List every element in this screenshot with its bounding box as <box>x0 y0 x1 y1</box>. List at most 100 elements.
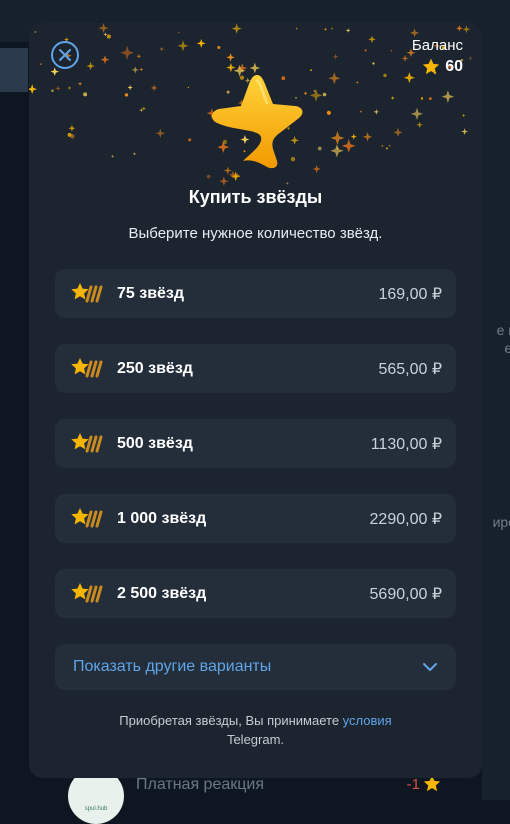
background-item-title: Платная реакция <box>136 776 265 793</box>
sparkle <box>86 61 95 71</box>
star-stack-icon <box>71 432 103 452</box>
sparkle <box>155 128 165 138</box>
sparkle <box>355 80 360 85</box>
sparkle <box>330 131 345 145</box>
sparkle <box>136 53 142 59</box>
avatar-caption: spul.hub <box>84 806 108 812</box>
background-text: е. <box>504 340 510 356</box>
close-button[interactable] <box>51 41 79 69</box>
sparkle <box>188 138 192 142</box>
sparkle <box>120 45 135 60</box>
star-stack-icon <box>71 282 103 302</box>
sparkle <box>403 72 415 84</box>
sparkle <box>401 54 409 62</box>
sparkle <box>133 152 136 155</box>
star-stack-icon <box>71 582 103 602</box>
option-250-stars[interactable]: 250 звёзд 565,00 ₽ <box>55 344 456 393</box>
sparkle <box>326 110 331 115</box>
show-more-options-button[interactable]: Показать другие варианты <box>55 644 456 690</box>
sparkle <box>455 24 463 32</box>
option-2500-stars[interactable]: 2 500 звёзд 5690,00 ₽ <box>55 569 456 618</box>
option-1000-stars[interactable]: 1 000 звёзд 2290,00 ₽ <box>55 494 456 543</box>
sparkle <box>359 110 362 113</box>
sparkle <box>350 133 357 140</box>
sparkle <box>100 55 110 65</box>
sparkle <box>331 27 333 30</box>
sparkle <box>461 128 469 136</box>
terms-footer: Приобретая звёзды, Вы принимаете условия… <box>29 711 482 749</box>
sparkle <box>51 89 54 93</box>
dialog-title: Купить звёзды <box>188 187 323 207</box>
sparkle <box>393 127 403 138</box>
sparkle <box>309 89 323 102</box>
sparkle <box>67 85 72 91</box>
option-label: 250 звёзд <box>117 359 193 377</box>
sparkle <box>330 144 344 158</box>
sparkle <box>362 132 373 142</box>
background-item-cost: -1 <box>406 776 420 793</box>
sparkle <box>461 113 466 118</box>
sparkle <box>420 97 424 100</box>
sparkle <box>67 132 72 137</box>
sparkle <box>312 164 321 174</box>
option-label: 2 500 звёзд <box>117 584 207 602</box>
sparkle <box>441 90 455 103</box>
option-500-stars[interactable]: 500 звёзд 1130,00 ₽ <box>55 419 456 468</box>
sparkle <box>68 124 76 132</box>
sparkle <box>416 121 423 129</box>
sparkle <box>385 147 388 150</box>
hero-star-icon <box>211 75 303 169</box>
option-75-stars[interactable]: 75 звёзд 169,00 ₽ <box>55 269 456 318</box>
close-icon <box>59 49 71 61</box>
option-label: 500 звёзд <box>117 434 193 452</box>
sparkle <box>77 81 83 86</box>
buy-stars-dialog: Баланс 60 Купить звёзды Выберите нужное … <box>29 23 482 778</box>
sparkle <box>373 108 380 115</box>
sparkle <box>178 32 180 34</box>
sparkle <box>110 154 115 159</box>
sparkle <box>468 55 473 61</box>
sparkle <box>383 73 387 78</box>
background-text: иро <box>492 514 510 530</box>
sparkle <box>341 138 356 153</box>
sparkle <box>462 25 471 34</box>
sparkle <box>177 40 189 52</box>
sparkle <box>322 92 327 97</box>
sparkle <box>295 27 298 30</box>
option-price: 5690,00 ₽ <box>369 585 442 603</box>
terms-text: Приобретая звёзды, Вы принимаете <box>119 713 343 728</box>
sparkle <box>29 84 38 95</box>
star-stack-icon <box>71 507 103 527</box>
sparkle <box>364 49 367 52</box>
sparkle <box>50 67 60 77</box>
sparkle <box>285 181 289 186</box>
sparkle <box>428 97 432 101</box>
sparkle <box>226 52 235 62</box>
balance-value: 60 <box>445 58 463 75</box>
sparkle <box>390 50 393 52</box>
sparkle <box>131 66 139 74</box>
sparkle <box>219 176 229 186</box>
sparkle <box>124 93 129 97</box>
terms-link[interactable]: условия <box>343 713 392 728</box>
background-right-panel: е н е. иро <box>482 0 510 800</box>
background-selected-chat <box>0 48 28 92</box>
sparkle <box>231 23 242 34</box>
sparkle <box>332 53 339 60</box>
sparkle <box>217 46 221 50</box>
balance-display: 60 <box>421 57 463 77</box>
option-label: 75 звёзд <box>117 284 185 302</box>
sparkle <box>390 95 395 101</box>
sparkle <box>317 146 322 151</box>
sparkle <box>159 46 164 52</box>
background-text: е н <box>496 322 510 338</box>
option-price: 169,00 ₽ <box>378 285 442 303</box>
option-price: 2290,00 ₽ <box>369 510 442 528</box>
dialog-subtitle: Выберите нужное количество звёзд. <box>128 225 383 242</box>
sparkle <box>345 28 351 33</box>
sparkle <box>410 107 424 120</box>
option-price: 565,00 ₽ <box>378 360 442 378</box>
sparkle <box>55 85 61 92</box>
star-stack-icon <box>71 357 103 377</box>
sparkle <box>206 174 211 179</box>
